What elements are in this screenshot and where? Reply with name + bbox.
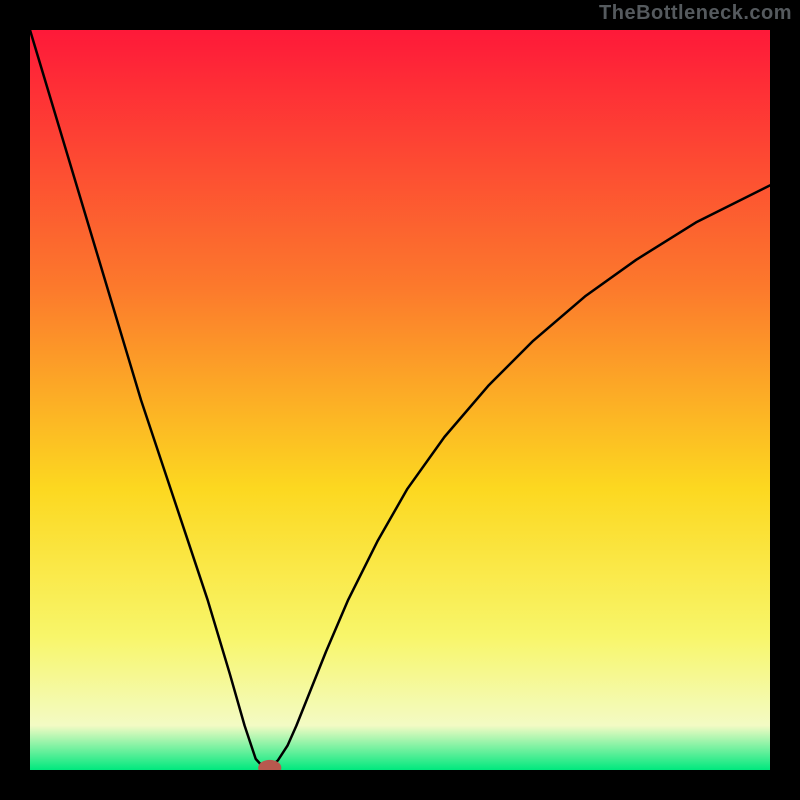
watermark-text: TheBottleneck.com — [599, 2, 792, 25]
chart-frame: TheBottleneck.com — [0, 0, 800, 800]
bottleneck-plot — [30, 30, 770, 770]
